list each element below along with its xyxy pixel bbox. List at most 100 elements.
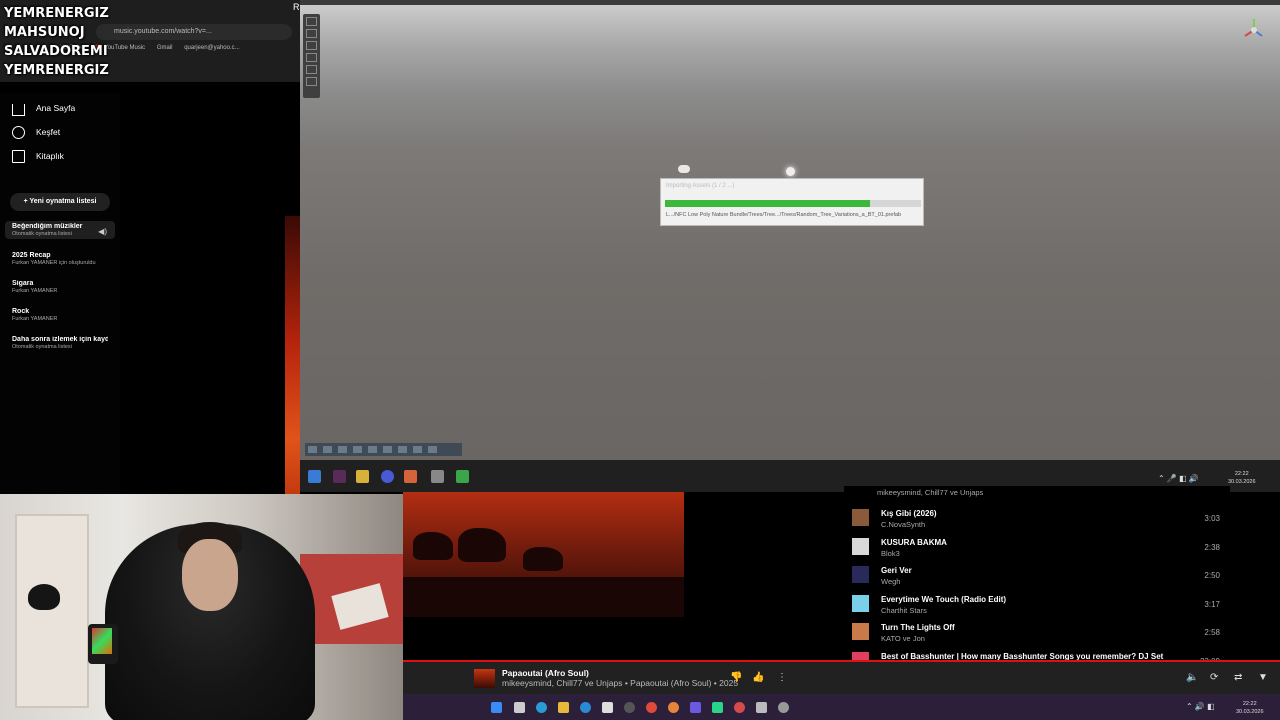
file-explorer-icon[interactable] [558, 702, 569, 713]
scene-gizmo-icon[interactable] [1240, 16, 1268, 44]
start-icon[interactable] [491, 702, 502, 713]
nav-home[interactable]: Ana Sayfa [12, 100, 75, 116]
start-icon[interactable] [308, 470, 321, 483]
queue-item[interactable]: Best of Basshunter | How many Basshunter… [848, 647, 1228, 661]
queue-prev-artist: mikeeysmind, Chill77 ve Unjaps [877, 488, 984, 497]
queue-artist: Charthit Stars [881, 605, 927, 615]
queue-item[interactable]: Kış Gibi (2026) C.NovaSynth 3:03 [848, 504, 1228, 532]
music-video-frame[interactable] [403, 492, 684, 617]
host-clock: 22:22 30.03.2026 [1236, 700, 1264, 716]
overlay-tool-icon[interactable] [368, 446, 377, 453]
playlist-item[interactable]: 2025 Recap Furkan YAMANER için oluşturul… [5, 250, 115, 268]
unity-hub-icon[interactable] [756, 702, 767, 713]
elephant-silhouette [458, 528, 506, 562]
playlist-subtitle: Otomatik oynatma listesi [12, 231, 72, 237]
edge-icon[interactable] [580, 702, 591, 713]
custom-tool-icon[interactable] [306, 77, 317, 86]
shuffle-icon[interactable]: ⇄ [1234, 672, 1242, 683]
app-icon[interactable] [456, 470, 469, 483]
clock-date: 30.03.2026 [1228, 479, 1256, 485]
more-options-icon[interactable]: ⋮ [777, 672, 787, 683]
store-icon[interactable] [602, 702, 613, 713]
bookmark-yahoo[interactable]: quarjeen@yahoo.c... [184, 45, 239, 51]
host-taskbar [403, 694, 1280, 720]
clock-time: 22:22 [1242, 701, 1257, 707]
cat-figure [28, 584, 60, 610]
copilot-icon[interactable] [536, 702, 547, 713]
playlist-item[interactable]: Daha sonra izlemek için kayd... Otomatik… [5, 334, 115, 352]
now-playing-subtitle[interactable]: mikeeysmind, Chill77 ve Unjaps • Papaout… [502, 678, 738, 688]
playlist-title: 2025 Recap [12, 252, 51, 259]
playlist-item[interactable]: Beğendiğim müzikler Otomatik oynatma lis… [5, 221, 115, 239]
import-progress-dialog: Importing Assets (1 / 2 ...) L.../NFC Lo… [660, 178, 924, 226]
url-bar[interactable]: music.youtube.com/watch?v=... [96, 24, 292, 40]
playlist-title: Beğendiğim müzikler [12, 223, 83, 230]
home-icon [12, 104, 25, 116]
queue-thumbnail [852, 509, 869, 526]
bookmark-gmail[interactable]: Gmail [157, 45, 173, 51]
overlay-tool-icon[interactable] [338, 446, 347, 453]
task-view-icon[interactable] [514, 702, 525, 713]
video-letterbox [684, 492, 844, 617]
playlist-title: Sigara [12, 280, 34, 287]
cloud-icon [678, 165, 690, 173]
queue-thumbnail [852, 623, 869, 640]
elephant-silhouette [523, 547, 563, 571]
app-icon[interactable] [404, 470, 417, 483]
expand-icon[interactable]: ▼ [1258, 672, 1268, 683]
repeat-icon[interactable]: ⟳ [1210, 672, 1218, 683]
transform-tool-icon[interactable] [306, 65, 317, 74]
chrome-icon[interactable] [646, 702, 657, 713]
playlist-item[interactable]: Rock Furkan YAMANER [5, 306, 115, 324]
like-icon[interactable]: 👍 [752, 672, 764, 683]
folder-icon[interactable] [356, 470, 369, 483]
discord-icon[interactable] [690, 702, 701, 713]
app-icon[interactable] [734, 702, 745, 713]
app-icon[interactable] [624, 702, 635, 713]
up-next-queue: mikeeysmind, Chill77 ve Unjaps Kış Gibi … [844, 486, 1230, 661]
nav-label: Ana Sayfa [36, 103, 76, 113]
queue-item[interactable]: Geri Ver Wegh 2:50 [848, 561, 1228, 589]
queue-item[interactable]: KUSURA BAKMA Blok3 2:38 [848, 533, 1228, 561]
queue-item[interactable]: Everytime We Touch (Radio Edit) Charthit … [848, 590, 1228, 618]
new-playlist-button[interactable]: + Yeni oynatma listesi [10, 193, 110, 211]
overlay-tool-icon[interactable] [353, 446, 362, 453]
firefox-icon[interactable] [668, 702, 679, 713]
playlist-subtitle: Furkan YAMANER [12, 316, 58, 322]
browser-icon[interactable] [381, 470, 394, 483]
move-tool-icon[interactable] [306, 17, 317, 26]
queue-duration: 2:58 [1204, 628, 1220, 637]
settings-icon[interactable] [778, 702, 789, 713]
app-icon[interactable] [712, 702, 723, 713]
unity-scene-view[interactable] [300, 0, 1280, 460]
playlist-subtitle: Furkan YAMANER [12, 288, 58, 294]
now-playing-title[interactable]: Papaoutai (Afro Soul) [502, 668, 589, 678]
overlay-tool-icon[interactable] [413, 446, 422, 453]
dislike-icon[interactable]: 👎 [730, 672, 742, 683]
volume-icon[interactable]: 🔈 [1186, 672, 1198, 683]
queue-thumbnail [852, 537, 869, 555]
rect-tool-icon[interactable] [306, 53, 317, 62]
scale-tool-icon[interactable] [306, 41, 317, 50]
queue-artist: KATO ve Jon [881, 634, 925, 643]
overlay-tool-icon[interactable] [323, 446, 332, 453]
queue-thumbnail [852, 566, 869, 583]
playlist-subtitle: Otomatik oynatma listesi [12, 344, 72, 350]
queue-duration: 3:17 [1204, 599, 1220, 609]
scene-overlay-toolbar [305, 443, 462, 456]
overlay-tool-icon[interactable] [398, 446, 407, 453]
now-playing-thumbnail[interactable] [474, 669, 495, 688]
rotate-tool-icon[interactable] [306, 29, 317, 38]
overlay-tool-icon[interactable] [383, 446, 392, 453]
nav-library[interactable]: Kitaplık [12, 148, 64, 164]
overlay-tool-icon[interactable] [428, 446, 437, 453]
overlay-tool-icon[interactable] [308, 446, 317, 453]
unity-icon[interactable] [431, 470, 444, 483]
playlist-item[interactable]: Sigara Furkan YAMANER [5, 278, 115, 296]
library-icon [12, 149, 25, 163]
nav-explore[interactable]: Keşfet [12, 124, 60, 140]
app-icon[interactable] [333, 470, 346, 483]
overlay-name: MAHSUNOJ [4, 25, 85, 40]
queue-item[interactable]: Turn The Lights Off KATO ve Jon 2:58 [848, 618, 1228, 646]
corner-letter: R [293, 2, 300, 12]
